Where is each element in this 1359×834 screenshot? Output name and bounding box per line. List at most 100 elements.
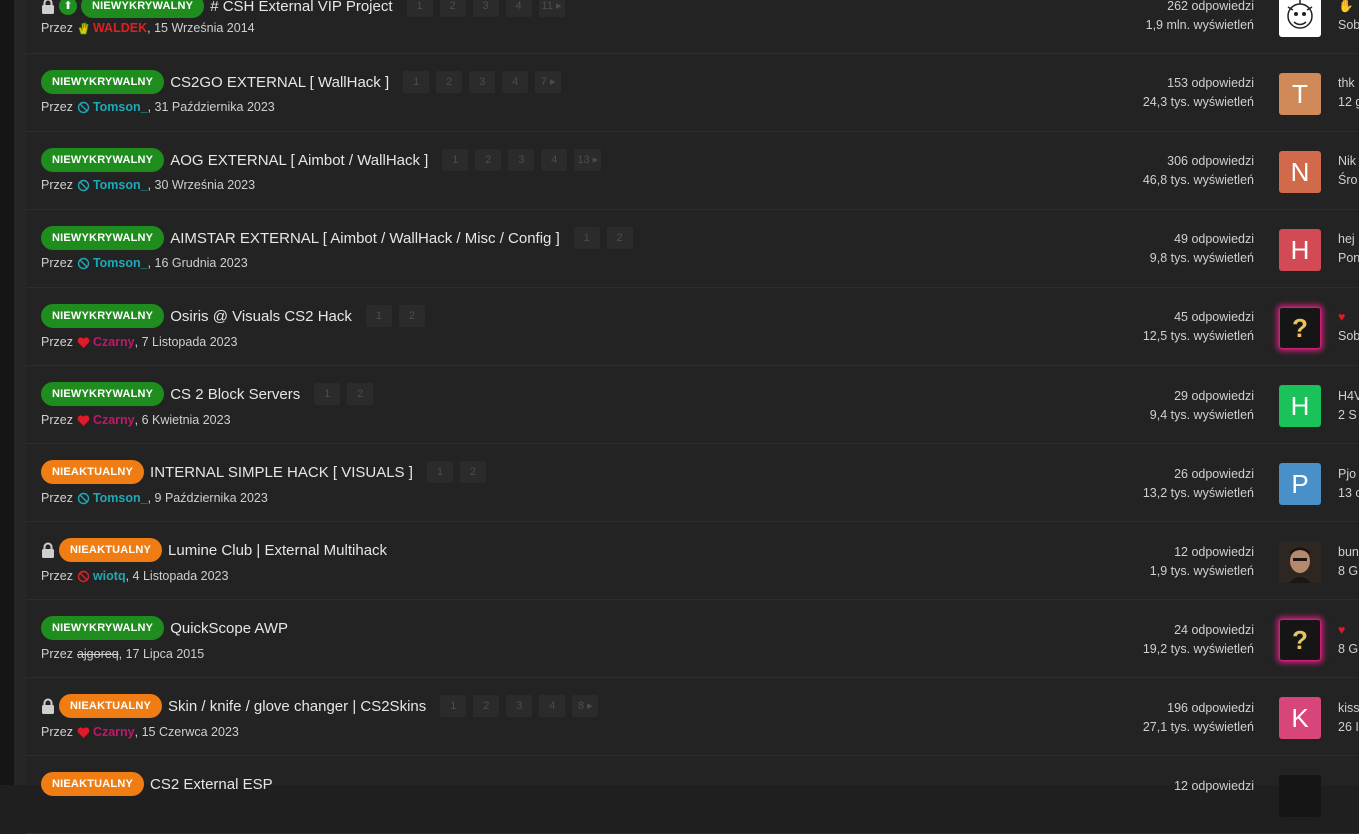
topic-title-link[interactable]: INTERNAL SIMPLE HACK [ VISUALS ] [150,464,413,481]
page-link[interactable]: 4 [505,0,532,17]
page-link[interactable]: 1 [406,0,433,17]
last-poster-avatar[interactable]: H [1279,385,1321,427]
page-link[interactable]: 11 ▸ [538,0,565,17]
page-link[interactable]: 2 [459,461,486,483]
topic-row: NIEAKTUALNY INTERNAL SIMPLE HACK [ VISUA… [26,445,1359,522]
last-poster-name[interactable]: ♥ [1338,308,1359,327]
page-link[interactable]: 1 [365,305,392,327]
last-poster-avatar[interactable]: ? [1279,307,1321,349]
page-link[interactable]: 2 [398,305,425,327]
author-link[interactable]: Czarny [93,335,135,349]
page-link[interactable]: 1 [403,71,430,93]
page-link[interactable]: 2 [347,383,374,405]
page-link[interactable]: 1 [314,383,341,405]
last-poster-avatar[interactable] [1279,541,1321,583]
topic-title-line: NIEAKTUALNY CS2 External ESP [41,771,273,797]
topic-title-link[interactable]: Skin / knife / glove changer | CS2Skins [168,698,426,715]
topic-title-line: NIEAKTUALNY Lumine Club | External Multi… [41,537,387,563]
author-link[interactable]: Czarny [93,413,135,427]
topic-title-link[interactable]: CS2GO EXTERNAL [ WallHack ] [170,74,389,91]
author-link[interactable]: ajgoreq [77,647,119,661]
author-link[interactable]: Tomson_ [93,491,148,505]
pagination: 1 2 3 4 8 ▸ [440,695,605,717]
status-badge: NIEAKTUALNY [59,538,163,562]
last-poster-avatar[interactable] [1279,0,1321,37]
page-link[interactable]: 2 [439,0,466,17]
last-poster-name[interactable]: thk [1338,74,1359,93]
author-link[interactable]: Tomson_ [93,256,148,270]
lock-icon [42,698,54,714]
topic-title-link[interactable]: AOG EXTERNAL [ Aimbot / WallHack ] [170,152,428,169]
page-link[interactable]: 1 [440,695,467,717]
topic-stats: 29 odpowiedzi 9,4 tys. wyświetleń [1150,387,1254,425]
topic-title-link[interactable]: QuickScope AWP [170,620,288,637]
author-link[interactable]: Czarny [93,725,135,739]
last-poster-name[interactable]: Nik [1338,152,1359,171]
topic-title-link[interactable]: Lumine Club | External Multihack [168,542,387,559]
by-label: Przez [41,647,73,661]
page-link[interactable]: 3 [506,695,533,717]
last-post-date: 26 I [1338,720,1359,734]
page-link[interactable]: 4 [541,149,568,171]
by-label: Przez [41,21,73,35]
status-badge: NIEWYKRYWALNY [81,0,205,18]
page-link[interactable]: 3 [469,71,496,93]
last-poster-avatar[interactable]: K [1279,697,1321,739]
author-link[interactable]: Tomson_ [93,178,148,192]
status-badge: NIEWYKRYWALNY [41,148,165,172]
topic-title-line: NIEWYKRYWALNY QuickScope AWP [41,615,288,641]
topic-list: ⬆ NIEWYKRYWALNY # CSH External VIP Proje… [26,0,1359,834]
author-link[interactable]: WALDEK [93,21,147,35]
last-poster-name[interactable]: bun [1338,543,1359,562]
last-poster-name[interactable]: hej [1338,230,1359,249]
topic-title-line: NIEWYKRYWALNY CS 2 Block Servers 1 2 [41,381,380,407]
last-poster-avatar[interactable]: T [1279,73,1321,115]
last-poster-avatar[interactable]: P [1279,463,1321,505]
last-post-info: Nik Śro [1338,152,1359,190]
last-poster-name[interactable]: Pjo [1338,465,1359,484]
topic-meta: Przez WALDEK , 15 Września 2014 [41,21,255,35]
topic-title-link[interactable]: CS 2 Block Servers [170,386,300,403]
page-link[interactable]: 7 ▸ [535,71,562,93]
page-link[interactable]: 2 [473,695,500,717]
topic-row: NIEAKTUALNY Lumine Club | External Multi… [26,523,1359,600]
last-poster-avatar[interactable]: N [1279,151,1321,193]
topic-title-link[interactable]: CS2 External ESP [150,776,273,793]
page-link[interactable]: 2 [606,227,633,249]
last-poster-avatar[interactable]: H [1279,229,1321,271]
topic-title-link[interactable]: AIMSTAR EXTERNAL [ Aimbot / WallHack / M… [170,230,560,247]
page-link[interactable]: 1 [426,461,453,483]
author-link[interactable]: Tomson_ [93,100,148,114]
page-link[interactable]: 2 [475,149,502,171]
page-link[interactable]: 13 ▸ [574,149,602,171]
page-link[interactable]: 3 [508,149,535,171]
page-link[interactable]: 4 [502,71,529,93]
view-count: 1,9 mln. wyświetleń [1145,18,1254,32]
by-label: Przez [41,256,73,270]
last-poster-name[interactable]: ✋ [1338,0,1359,16]
author-link[interactable]: wiotq [93,569,126,583]
last-post-date: Sob [1338,329,1359,343]
last-post-date: 8 G [1338,642,1359,656]
topic-title-link[interactable]: Osiris @ Visuals CS2 Hack [170,308,352,325]
topic-title-link[interactable]: # CSH External VIP Project [210,0,392,15]
page-link[interactable]: 1 [573,227,600,249]
topic-date: , 15 Czerwca 2023 [134,725,239,739]
topic-date: , 31 Października 2023 [147,100,275,114]
status-badge: NIEWYKRYWALNY [41,70,165,94]
last-post-info: ♥ Sob [1338,308,1359,346]
last-poster-name[interactable]: kiss [1338,699,1359,718]
last-poster-name[interactable]: ♥ [1338,621,1359,640]
page-link[interactable]: 8 ▸ [572,695,599,717]
last-poster-avatar[interactable] [1279,775,1321,817]
page-link[interactable]: 3 [472,0,499,17]
topic-row: NIEAKTUALNY Skin / knife / glove changer… [26,679,1359,756]
topic-row: NIEWYKRYWALNY QuickScope AWP Przez ajgor… [26,601,1359,678]
page-link[interactable]: 2 [436,71,463,93]
page-link[interactable]: 4 [539,695,566,717]
topic-meta: Przez Tomson_ , 31 Października 2023 [41,100,275,114]
last-poster-name[interactable]: H4V [1338,387,1359,406]
page-link[interactable]: 1 [442,149,469,171]
topic-date: , 16 Grudnia 2023 [147,256,248,270]
last-poster-avatar[interactable]: ? [1279,619,1321,661]
